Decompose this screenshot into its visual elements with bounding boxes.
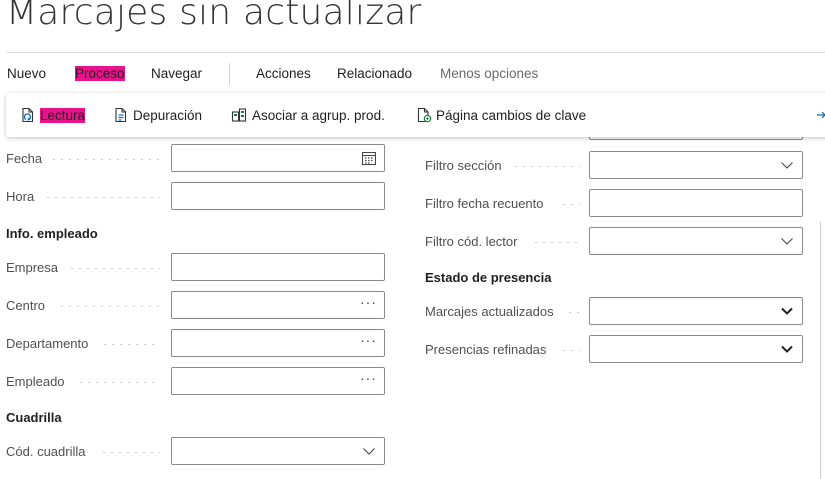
hora-label: Hora: [6, 189, 35, 204]
document-change-icon: [417, 107, 432, 123]
chevron-down-icon: [781, 307, 793, 315]
filtro-fecha-recuento-field[interactable]: [589, 189, 803, 217]
empresa-label: Empresa: [6, 260, 59, 275]
marcajes-actualizados-label: Marcajes actualizados: [425, 304, 554, 319]
filtro-cod-lector-select[interactable]: [589, 227, 803, 255]
menu-menos-opciones[interactable]: Menos opciones: [440, 66, 538, 81]
centro-field[interactable]: ···: [171, 291, 385, 319]
page-title: Marcajes sin actualizar: [6, 0, 422, 33]
filtro-cod-lector-dots: [532, 242, 580, 243]
departamento-field[interactable]: ···: [171, 329, 385, 357]
expand-pane-icon[interactable]: [816, 107, 825, 123]
menu-relacionado[interactable]: Relacionado: [337, 66, 412, 81]
presencias-refinadas-label: Presencias refinadas: [425, 342, 547, 357]
menu-navegar[interactable]: Navegar: [151, 66, 202, 81]
filtro-cod-lector-label: Filtro cód. lector: [425, 234, 518, 249]
chevron-down-icon: [781, 345, 793, 353]
filtro-seccion-dots: [512, 166, 580, 167]
hora-field[interactable]: [171, 182, 385, 210]
title-divider: [6, 52, 825, 53]
departamento-label: Departamento: [6, 336, 89, 351]
cuadrilla-heading: Cuadrilla: [6, 410, 62, 425]
presencias-refinadas-dots: [560, 350, 580, 351]
menu-proceso[interactable]: Proceso: [75, 66, 125, 81]
menu-acciones[interactable]: Acciones: [256, 66, 311, 81]
chevron-down-icon: [363, 448, 375, 455]
cod-cuadrilla-select[interactable]: [171, 437, 385, 465]
marcajes-actualizados-select[interactable]: [589, 297, 803, 325]
menu-divider: [229, 63, 230, 85]
chevron-down-icon: [781, 238, 793, 245]
filtro-seccion-select[interactable]: [589, 151, 803, 179]
menu-nuevo[interactable]: Nuevo: [7, 66, 46, 81]
centro-dots: [58, 306, 160, 307]
link-group-icon: [231, 108, 247, 122]
filtro-fecha-recuento-dots: [560, 204, 580, 205]
asociar-agrup-label: Asociar a agrup. prod.: [252, 108, 385, 123]
departamento-dots: [101, 344, 160, 345]
hora-dots: [44, 197, 160, 198]
ellipsis-icon[interactable]: ···: [360, 370, 377, 386]
lectura-label: Lectura: [40, 108, 86, 123]
depuracion-label: Depuración: [133, 108, 203, 123]
ellipsis-icon[interactable]: ···: [360, 294, 377, 310]
empleado-dots: [77, 382, 160, 383]
document-refresh-icon: [22, 107, 34, 123]
empresa-dots: [68, 268, 160, 269]
marcajes-actualizados-dots: [566, 312, 580, 313]
document-cleanup-icon: [115, 107, 127, 123]
empleado-label: Empleado: [6, 374, 65, 389]
chevron-down-icon: [781, 162, 793, 169]
ellipsis-icon[interactable]: ···: [360, 332, 377, 348]
pagina-cambios-clave-label: Página cambios de clave: [436, 108, 587, 123]
empresa-field[interactable]: [171, 253, 385, 281]
info-empleado-heading: Info. empleado: [6, 226, 98, 241]
calendar-icon[interactable]: [362, 151, 376, 165]
estado-presencia-heading: Estado de presencia: [425, 270, 552, 285]
action-ribbon: Lectura Depuración Asociar a agrup. prod…: [6, 93, 825, 137]
filtro-seccion-label: Filtro sección: [425, 158, 502, 173]
empleado-field[interactable]: ···: [171, 367, 385, 395]
fecha-dots: [50, 159, 160, 160]
filtro-fecha-recuento-label: Filtro fecha recuento: [425, 196, 544, 211]
presencias-refinadas-select[interactable]: [589, 335, 803, 363]
cod-cuadrilla-dots: [100, 452, 160, 453]
cod-cuadrilla-label: Cód. cuadrilla: [6, 444, 86, 459]
scrollbar[interactable]: [820, 222, 821, 479]
fecha-label: Fecha: [6, 151, 43, 166]
fecha-field[interactable]: [171, 144, 385, 172]
centro-label: Centro: [6, 298, 46, 313]
